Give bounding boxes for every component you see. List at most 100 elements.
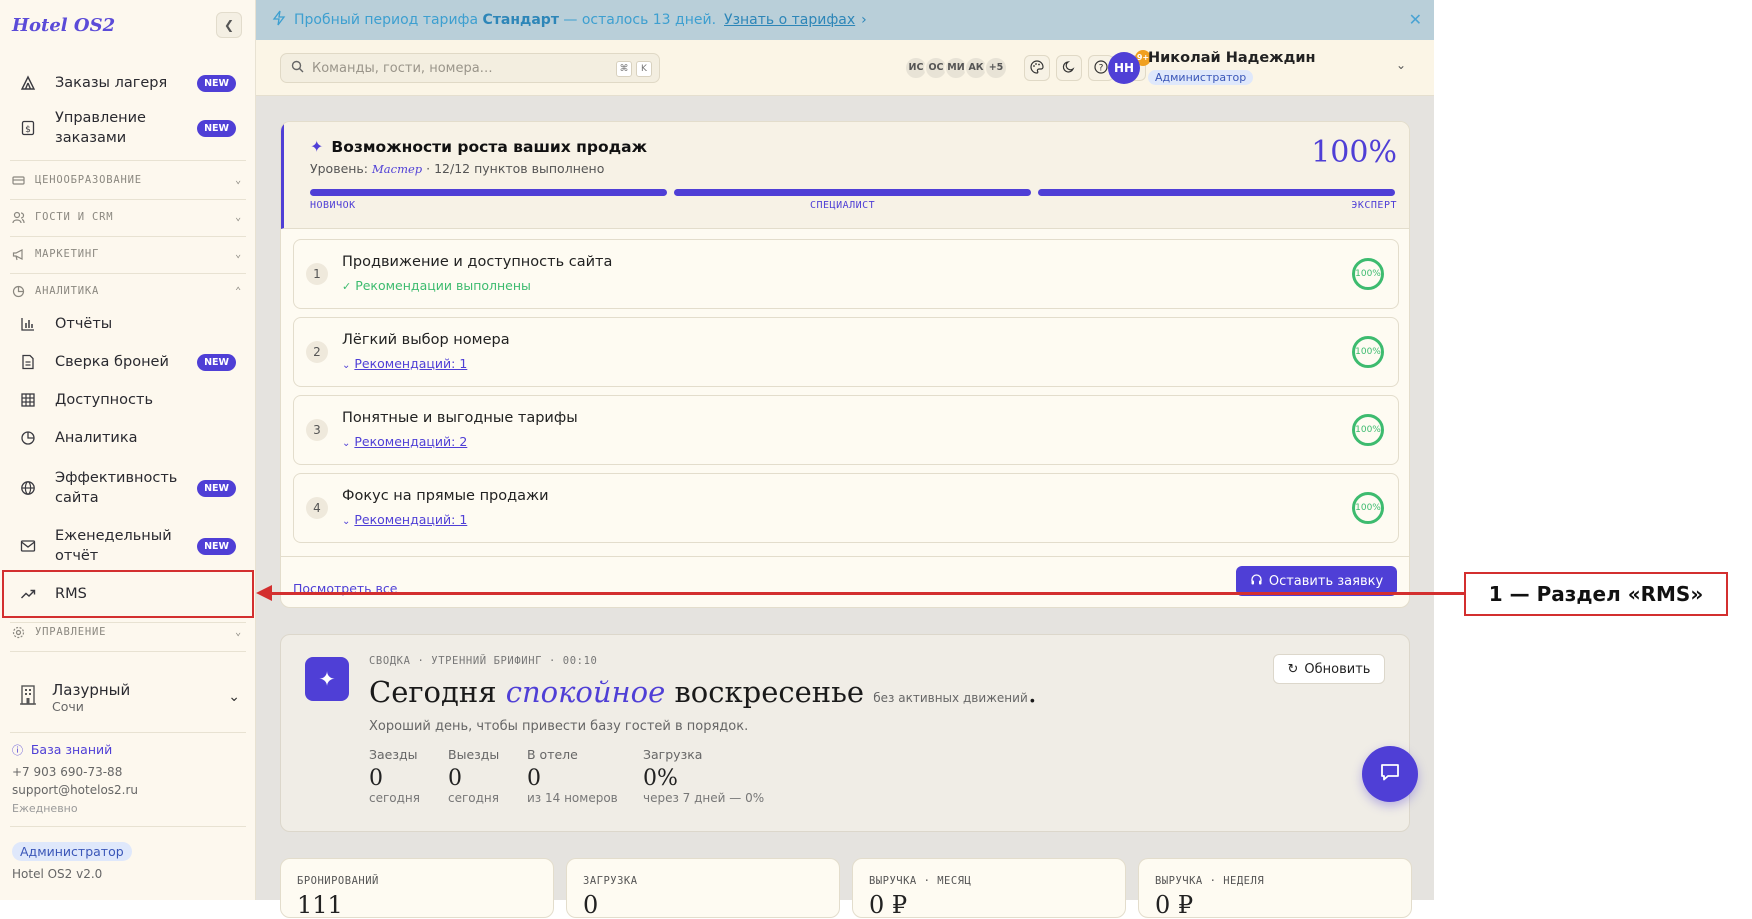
- sidebar-item-analytics[interactable]: Аналитика: [10, 428, 248, 448]
- headset-icon: [1250, 573, 1263, 590]
- search-placeholder: Команды, гости, номера…: [312, 60, 493, 76]
- item-title: Лёгкий выбор номера: [342, 332, 510, 348]
- bar-chart-icon: [19, 315, 37, 333]
- app-logo[interactable]: Hotel OS2: [12, 15, 115, 36]
- new-badge: NEW: [197, 119, 236, 137]
- property-switcher[interactable]: Лазурный Сочи ⌄: [18, 672, 240, 722]
- palette-button[interactable]: [1024, 55, 1050, 81]
- progress-ring: 100%: [1352, 492, 1384, 524]
- progress-ring: 100%: [1352, 414, 1384, 446]
- sidebar-item-reports[interactable]: Отчёты: [10, 314, 248, 334]
- kbd-k: K: [636, 61, 652, 77]
- dollar-receipt-icon: $: [19, 119, 37, 137]
- growth-item[interactable]: 4 Фокус на прямые продажи ⌄ Рекомендаций…: [293, 473, 1399, 543]
- divider: [10, 826, 246, 827]
- divider: [10, 160, 246, 161]
- sidebar-item-label: Еженедельный отчёт: [55, 528, 172, 564]
- chat-button[interactable]: [1362, 746, 1418, 802]
- svg-text:$: $: [25, 125, 31, 135]
- user-menu[interactable]: НН Николай Надеждин Администратор: [1108, 48, 1428, 88]
- app-version: Hotel OS2 v2.0: [12, 867, 103, 881]
- avatar-more[interactable]: +5: [984, 56, 1008, 80]
- recommendations-link[interactable]: ⌄ Рекомендаций: 1: [342, 356, 467, 371]
- main-area: Пробный период тарифа Стандарт — осталос…: [256, 0, 1434, 919]
- item-number: 2: [306, 341, 328, 363]
- sidebar-item-label: Сверка броней: [55, 354, 169, 370]
- sidebar-item-availability[interactable]: Доступность: [10, 390, 248, 410]
- camp-icon: [19, 74, 37, 92]
- annotation-margin: [1434, 0, 1752, 900]
- search-input[interactable]: Команды, гости, номера… ⌘ K: [280, 53, 660, 83]
- recommendations-link[interactable]: ⌄ Рекомендаций: 1: [342, 512, 467, 527]
- sidebar-item-label: Эффективность сайта: [55, 470, 178, 506]
- sidebar-item-weekly-report[interactable]: Еженедельный отчёт NEW: [10, 526, 248, 566]
- sidebar-item-label: Доступность: [55, 392, 153, 408]
- stage-label: НОВИЧОК: [310, 200, 356, 211]
- refresh-button[interactable]: ↻ Обновить: [1273, 654, 1385, 684]
- new-badge: NEW: [197, 537, 236, 555]
- user-avatar: НН: [1108, 52, 1140, 84]
- close-icon[interactable]: ✕: [1409, 10, 1422, 29]
- progress-ring: 100%: [1352, 258, 1384, 290]
- growth-title: ✦ Возможности роста ваших продаж: [310, 137, 648, 156]
- annotation-callout: 1 — Раздел «RMS»: [1464, 572, 1728, 616]
- support-email[interactable]: support@hotelos2.ru: [12, 783, 138, 797]
- briefing-headline: Сегодня спокойное воскресенье без активн…: [369, 675, 1037, 709]
- search-icon: [291, 60, 304, 77]
- section-marketing[interactable]: МАРКЕТИНГ ⌄: [10, 244, 242, 264]
- divider: [10, 732, 246, 733]
- stat-occupancy: Загрузка 0% через 7 дней — 0%: [643, 747, 765, 805]
- sidebar-item-booking-reconciliation[interactable]: Сверка броней NEW: [10, 352, 248, 372]
- annotation-arrow: [262, 592, 1464, 595]
- pricing-link[interactable]: Узнать о тарифах: [724, 12, 855, 28]
- sidebar-item-order-management[interactable]: $ Управление заказами NEW: [10, 108, 248, 148]
- support-phone[interactable]: +7 903 690-73-88: [12, 765, 122, 779]
- kpi-bookings: БРОНИРОВАНИЙ 111: [280, 858, 554, 919]
- user-name: Николай Надеждин: [1148, 50, 1316, 66]
- sidebar-item-label: Аналитика: [55, 430, 138, 446]
- rms-highlight-box: [2, 570, 254, 618]
- growth-item[interactable]: 3 Понятные и выгодные тарифы ⌄ Рекоменда…: [293, 395, 1399, 465]
- section-management[interactable]: УПРАВЛЕНИЕ ⌄: [10, 622, 242, 642]
- new-badge: NEW: [197, 74, 236, 92]
- tag-icon: [12, 173, 26, 187]
- progress-text: · 12/12 пунктов выполнено: [426, 161, 605, 176]
- progress-segment: [674, 189, 1031, 196]
- palette-icon: [1030, 59, 1044, 78]
- divider: [10, 651, 246, 652]
- stage-label: ЭКСПЕРТ: [1351, 200, 1397, 211]
- kbd-cmd: ⌘: [616, 61, 632, 77]
- sidebar-item-label: Отчёты: [55, 316, 113, 332]
- sidebar-item-label: Управление заказами: [55, 110, 146, 146]
- sidebar-item-site-efficiency[interactable]: Эффективность сайта NEW: [10, 468, 248, 508]
- chevron-down-icon: ⌄: [235, 211, 242, 223]
- recommendations-link[interactable]: ⌄ Рекомендаций: 2: [342, 434, 467, 449]
- section-guests-crm[interactable]: ГОСТИ И CRM ⌄: [10, 207, 242, 227]
- section-pricing[interactable]: ЦЕНООБРАЗОВАНИЕ ⌄: [10, 170, 242, 190]
- divider: [10, 273, 246, 274]
- collapse-sidebar-button[interactable]: ❮: [216, 12, 242, 38]
- growth-item[interactable]: 1 Продвижение и доступность сайта ✓ Реко…: [293, 239, 1399, 309]
- chevron-up-icon: ⌃: [235, 285, 242, 297]
- knowledge-base-link[interactable]: ⓘ База знаний: [12, 742, 112, 758]
- section-analytics[interactable]: АНАЛИТИКА ⌃: [10, 281, 242, 301]
- role-badge: Администратор: [12, 842, 132, 861]
- banner-remaining: — осталось 13 дней.: [563, 12, 717, 28]
- level-value: Мастер: [372, 162, 423, 176]
- role-badge-wrap: Администратор: [12, 842, 132, 861]
- divider: [10, 199, 246, 200]
- theme-toggle-button[interactable]: [1056, 55, 1082, 81]
- svg-text:?: ?: [1099, 63, 1104, 73]
- online-users[interactable]: ИС ОС МИ АК +5: [904, 56, 1008, 80]
- chevron-down-icon: ⌄: [228, 689, 240, 705]
- topbar: Команды, гости, номера… ⌘ K ИС ОС МИ АК …: [256, 40, 1434, 96]
- growth-item[interactable]: 2 Лёгкий выбор номера ⌄ Рекомендаций: 1 …: [293, 317, 1399, 387]
- banner-text: Пробный период тарифа: [294, 12, 479, 28]
- building-icon: [18, 684, 40, 710]
- check-circle-icon: ✓: [342, 280, 352, 293]
- chevron-down-icon[interactable]: ⌄: [1396, 58, 1406, 72]
- sidebar-item-camp-orders[interactable]: Заказы лагеря NEW: [10, 73, 248, 93]
- stat-in-hotel: В отеле 0 из 14 номеров: [527, 747, 618, 805]
- chevron-down-icon: ⌄: [342, 360, 351, 371]
- growth-card-header: ✦ Возможности роста ваших продаж Уровень…: [281, 122, 1409, 229]
